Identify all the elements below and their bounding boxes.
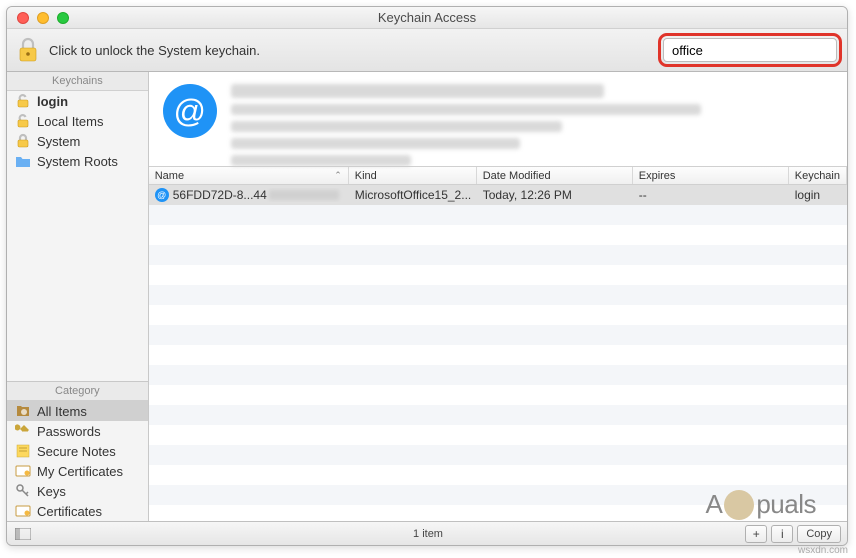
certificate-icon: [15, 463, 31, 479]
sidebar-item-label: Secure Notes: [37, 444, 116, 459]
blurred-line: [231, 138, 520, 149]
all-items-icon: [15, 403, 31, 419]
sidebar-item-all-items[interactable]: All Items: [7, 401, 148, 421]
content-area: @ Name Kind Date Modified Expires Keycha…: [149, 72, 847, 521]
blurred-line: [231, 155, 412, 166]
unlocked-keychain-icon: [15, 113, 31, 129]
sidebar-item-label: Certificates: [37, 504, 102, 519]
sidebar-item-login[interactable]: login: [7, 91, 148, 111]
blurred-suffix: [269, 190, 339, 200]
add-button[interactable]: +: [745, 525, 767, 543]
category-header: Category: [7, 382, 148, 401]
cell-name: @ 56FDD72D-8...44: [149, 188, 349, 202]
search-field-wrap: ✕: [663, 38, 837, 62]
sidebar-item-label: login: [37, 94, 68, 109]
sidebar-item-label: System Roots: [37, 154, 118, 169]
blurred-title: [231, 84, 604, 98]
sidebar: Keychains login Local Items System Syste…: [7, 72, 149, 521]
cell-name-text: 56FDD72D-8...44: [173, 188, 267, 202]
column-header-kind[interactable]: Kind: [349, 167, 477, 184]
sidebar-item-secure-notes[interactable]: Secure Notes: [7, 441, 148, 461]
sidebar-item-system[interactable]: System: [7, 131, 148, 151]
search-input[interactable]: [672, 43, 848, 58]
status-item-count: 1 item: [6, 528, 848, 540]
detail-text: [231, 80, 833, 158]
sidebar-item-label: System: [37, 134, 80, 149]
column-header-expires[interactable]: Expires: [633, 167, 789, 184]
sidebar-item-label: Keys: [37, 484, 66, 499]
keychains-header: Keychains: [7, 72, 148, 91]
table-header: Name Kind Date Modified Expires Keychain: [149, 167, 847, 185]
table-row[interactable]: @ 56FDD72D-8...44 MicrosoftOffice15_2...…: [149, 185, 847, 205]
keychains-list: login Local Items System System Roots: [7, 91, 148, 171]
key-icon: [15, 423, 31, 439]
folder-icon: [15, 153, 31, 169]
locked-keychain-icon: [15, 133, 31, 149]
certificate-icon: [15, 503, 31, 519]
sidebar-item-passwords[interactable]: Passwords: [7, 421, 148, 441]
window: Keychain Access Click to unlock the Syst…: [6, 6, 848, 546]
blurred-line: [231, 104, 701, 115]
attribution-text: wsxdn.com: [798, 545, 848, 556]
copy-button[interactable]: Copy: [797, 525, 841, 543]
column-header-keychain[interactable]: Keychain: [789, 167, 847, 184]
sidebar-item-label: All Items: [37, 404, 87, 419]
window-title: Keychain Access: [7, 10, 847, 25]
at-sign-icon: @: [163, 84, 217, 138]
info-button[interactable]: i: [771, 525, 793, 543]
detail-pane: @: [149, 72, 847, 167]
column-header-name[interactable]: Name: [149, 167, 349, 184]
note-icon: [15, 443, 31, 459]
sidebar-item-label: Local Items: [37, 114, 103, 129]
cell-keychain: login: [789, 188, 847, 202]
sidebar-item-label: Passwords: [37, 424, 101, 439]
cell-date: Today, 12:26 PM: [477, 188, 633, 202]
lock-icon[interactable]: [17, 36, 39, 64]
sidebar-item-label: My Certificates: [37, 464, 123, 479]
column-header-date[interactable]: Date Modified: [477, 167, 633, 184]
sidebar-item-local-items[interactable]: Local Items: [7, 111, 148, 131]
sidebar-item-system-roots[interactable]: System Roots: [7, 151, 148, 171]
main-area: Keychains login Local Items System Syste…: [7, 72, 847, 521]
table-body[interactable]: @ 56FDD72D-8...44 MicrosoftOffice15_2...…: [149, 185, 847, 521]
category-section: Category All Items Passwords Secure Note…: [7, 381, 148, 521]
toolbar: Click to unlock the System keychain. ✕: [7, 29, 847, 72]
keys-icon: [15, 483, 31, 499]
statusbar-left-controls: + i Copy: [745, 525, 841, 543]
cell-expires: --: [633, 188, 789, 202]
sidebar-toggle-button[interactable]: [13, 526, 33, 542]
sidebar-item-certificates[interactable]: Certificates: [7, 501, 148, 521]
unlocked-keychain-icon: [15, 93, 31, 109]
blurred-line: [231, 121, 562, 132]
sidebar-item-my-certificates[interactable]: My Certificates: [7, 461, 148, 481]
titlebar: Keychain Access: [7, 7, 847, 29]
sidebar-item-keys[interactable]: Keys: [7, 481, 148, 501]
statusbar: + i Copy 1 item: [7, 521, 847, 545]
at-sign-icon: @: [155, 188, 169, 202]
sidebar-spacer: [7, 171, 148, 381]
unlock-hint-text: Click to unlock the System keychain.: [49, 43, 663, 58]
cell-kind: MicrosoftOffice15_2...: [349, 188, 477, 202]
